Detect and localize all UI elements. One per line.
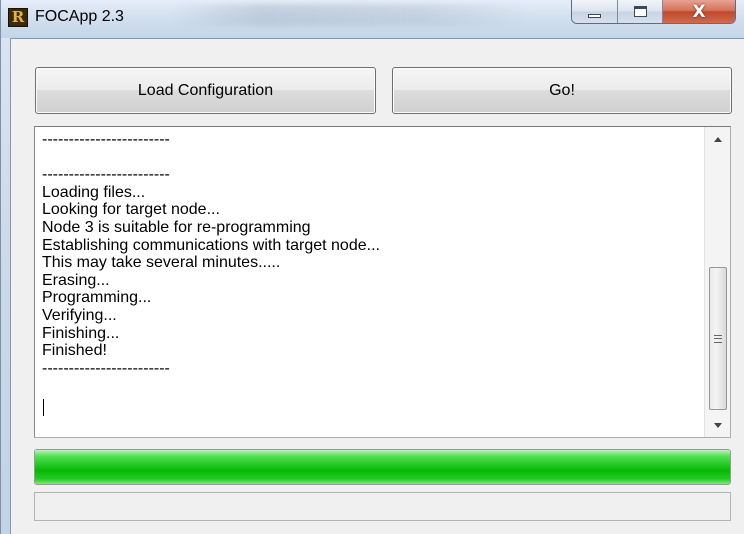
log-line: Loading files... (42, 183, 146, 201)
arrow-up-icon (714, 136, 722, 142)
minimize-button[interactable] (572, 0, 618, 23)
status-field (34, 492, 731, 521)
progress-bar (34, 449, 731, 485)
load-configuration-button[interactable]: Load Configuration (35, 67, 376, 114)
caption-buttons: X (571, 0, 736, 24)
client-area: Load Configuration Go! -----------------… (10, 38, 744, 534)
scroll-up-button[interactable] (705, 129, 731, 149)
log-line: Programming... (42, 289, 152, 307)
scrollbar-thumb[interactable] (709, 267, 727, 410)
app-logo-icon[interactable]: R (8, 8, 28, 27)
text-caret (43, 399, 44, 416)
log-line: Erasing... (42, 271, 110, 289)
log-line: Establishing communications with target … (42, 236, 380, 254)
log-line: ------------------------ (42, 359, 170, 377)
log-line: Finished! (42, 342, 107, 360)
log-text: ------------------------ ----------------… (42, 131, 692, 431)
log-line: This may take several minutes..... (42, 254, 281, 272)
grip-icon (714, 334, 722, 343)
minimize-icon (588, 13, 601, 18)
log-output-textbox[interactable]: ------------------------ ----------------… (34, 126, 731, 438)
close-button[interactable]: X (663, 0, 735, 23)
title-bar[interactable]: R FOCApp 2.3 X (1, 0, 744, 38)
log-line: ------------------------ (42, 131, 170, 148)
app-window: R FOCApp 2.3 X Load Configuration Go! --… (0, 0, 744, 534)
title-bar-background (171, 4, 531, 26)
progress-bar-fill (35, 450, 730, 484)
maximize-icon (633, 6, 647, 17)
close-icon: X (692, 1, 706, 22)
log-line: Finishing... (42, 324, 120, 342)
window-title: FOCApp 2.3 (35, 8, 124, 25)
log-line: Looking for target node... (42, 201, 220, 219)
log-line: Node 3 is suitable for re-programming (42, 218, 311, 236)
go-button[interactable]: Go! (392, 67, 732, 114)
log-line: ------------------------ (42, 166, 170, 184)
arrow-down-icon (714, 422, 722, 428)
scroll-down-button[interactable] (705, 415, 731, 435)
maximize-button[interactable] (618, 0, 663, 23)
log-line: Verifying... (42, 306, 117, 324)
vertical-scrollbar[interactable] (704, 127, 730, 437)
